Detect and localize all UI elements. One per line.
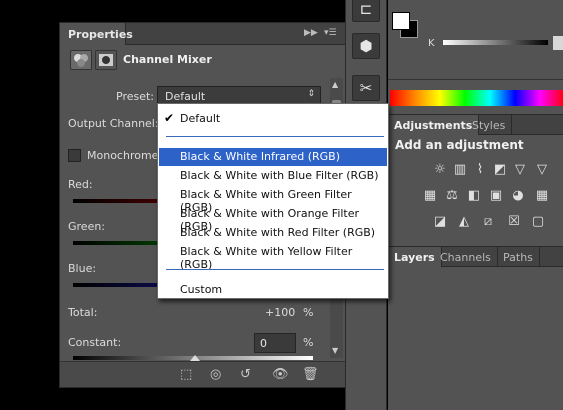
constant-input[interactable]: 0	[254, 333, 296, 353]
posterize-icon[interactable]: ◭	[456, 214, 472, 230]
dropdown-item-bw-infrared[interactable]: Black & White Infrared (RGB)	[159, 148, 387, 166]
panel-title: Channel Mixer	[123, 53, 212, 66]
preset-label: Preset:	[116, 90, 155, 103]
k-value-box[interactable]	[553, 36, 563, 50]
foreground-color-swatch[interactable]	[392, 12, 410, 30]
output-channel-label: Output Channel:	[68, 117, 159, 130]
tab-styles[interactable]: Styles	[466, 115, 513, 135]
k-slider-label: K	[428, 38, 435, 49]
color-balance-icon[interactable]: ⚖	[444, 188, 460, 204]
collapse-icon[interactable]: ▶▶	[304, 28, 318, 38]
triangle-icon[interactable]: ▽	[534, 162, 550, 178]
adjustment-icon[interactable]	[70, 50, 92, 70]
properties-panel-header: Properties ▶▶ ▾☰	[60, 23, 345, 45]
selective-color-icon[interactable]: ☒	[506, 214, 522, 230]
reset-icon[interactable]: ↺	[240, 367, 251, 382]
trash-icon[interactable]: 🗑	[302, 367, 319, 382]
layers-tab-bar: Layers Channels Paths	[388, 246, 563, 267]
dropdown-divider	[166, 269, 384, 270]
color-lookup-icon[interactable]: ▦	[534, 188, 550, 204]
scroll-down-icon[interactable]: ▼	[332, 346, 338, 355]
dropdown-item-bw-orange[interactable]: Black & White with Orange Filter (RGB)	[159, 205, 387, 233]
black-white-icon[interactable]: ◧	[466, 188, 482, 204]
dropdown-item-bw-green[interactable]: Black & White with Green Filter (RGB)	[159, 186, 387, 214]
dropdown-item-bw-red[interactable]: Black & White with Red Filter (RGB)	[159, 224, 387, 242]
k-slider[interactable]	[443, 40, 548, 45]
dropdown-item-default[interactable]: ✔ Default	[159, 110, 387, 128]
checkmark-icon: ✔	[164, 111, 175, 125]
levels-icon[interactable]: ▥	[452, 162, 468, 178]
tab-paths[interactable]: Paths	[497, 247, 540, 267]
constant-unit: %	[303, 336, 314, 349]
adjustments-heading: Add an adjustment	[395, 138, 524, 152]
view-previous-icon[interactable]: ◎	[210, 367, 221, 382]
curves-icon[interactable]: ⌇	[472, 162, 488, 178]
blue-label: Blue:	[68, 262, 97, 275]
gradient-map-icon[interactable]: ▢	[530, 214, 546, 230]
visibility-eye-icon[interactable]: 👁	[272, 367, 289, 382]
total-label: Total:	[68, 306, 98, 319]
dropdown-item-bw-yellow[interactable]: Black & White with Yellow Filter (RGB)	[159, 243, 387, 271]
photo-filter-icon[interactable]: ▣	[488, 188, 504, 204]
total-unit: %	[303, 306, 314, 319]
tools-icon[interactable]: ✂	[352, 75, 380, 101]
red-label: Red:	[68, 178, 93, 191]
properties-footer: ⬚ ◎ ↺ 👁 🗑	[60, 361, 345, 387]
constant-label: Constant:	[68, 336, 122, 349]
color-spectrum[interactable]	[390, 90, 563, 106]
green-label: Green:	[68, 220, 106, 233]
channel-mixer-icon[interactable]: ◕	[510, 188, 526, 204]
dropdown-item-bw-blue[interactable]: Black & White with Blue Filter (RGB)	[159, 167, 387, 185]
preset-dropdown-list: ✔ Default Black & White Infrared (RGB) B…	[157, 103, 389, 299]
scroll-up-icon[interactable]: ▲	[332, 80, 338, 89]
monochrome-checkbox[interactable]	[68, 149, 81, 162]
dropdown-item-custom[interactable]: Custom	[159, 281, 387, 299]
invert-icon[interactable]: ◪	[432, 214, 448, 230]
dropdown-divider	[166, 136, 384, 137]
tool-button[interactable]: ⊏	[352, 0, 380, 22]
color-panel: K	[388, 0, 563, 80]
brightness-icon[interactable]: ☼	[432, 162, 448, 178]
exposure-icon[interactable]: ◩	[492, 162, 508, 178]
3d-cube-icon[interactable]: ⬢	[352, 33, 380, 59]
threshold-icon[interactable]: ⧄	[480, 214, 496, 230]
tab-properties[interactable]: Properties	[60, 23, 133, 45]
mask-icon[interactable]	[95, 50, 117, 70]
right-panels: K Adjustments Styles Add an adjustment ☼…	[388, 0, 563, 410]
panel-menu-icon[interactable]: ▾☰	[324, 28, 337, 38]
total-value: +100	[265, 306, 296, 319]
up-down-arrow-icon: ⇕	[307, 89, 315, 99]
hue-saturation-icon[interactable]: ▦	[422, 188, 438, 204]
clip-to-layer-icon[interactable]: ⬚	[180, 367, 192, 382]
preset-value: Default	[165, 90, 206, 103]
vibrance-icon[interactable]: ▽	[512, 162, 528, 178]
monochrome-label: Monochrome	[87, 149, 159, 162]
tab-channels[interactable]: Channels	[434, 247, 498, 267]
adjustments-tab-bar: Adjustments Styles	[388, 114, 563, 135]
